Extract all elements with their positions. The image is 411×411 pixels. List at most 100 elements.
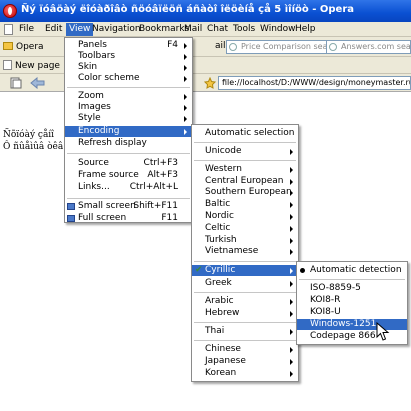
radio-selected-icon [300,268,305,273]
submenu-arrow-icon [290,347,293,353]
cyrillic-codepage-866[interactable]: Codepage 866 [297,331,407,342]
item-label: Codepage 866 [310,331,376,341]
search-icon [229,43,237,51]
menu-file[interactable]: File [16,23,37,36]
view-menu-refresh-display[interactable]: Refresh display [65,138,192,149]
menu-separator [194,142,296,143]
item-label: Links... [78,182,110,192]
item-label: Panels [78,40,107,50]
cyrillic-koi8-r[interactable]: KOI8-R [297,295,407,306]
view-menu-source[interactable]: Source Ctrl+F3 [65,158,192,169]
bookmark-icon[interactable] [204,77,216,89]
opera-logo-icon [3,4,17,18]
encoding-menu: Automatic selection Unicode Western Cent… [191,124,299,382]
encoding-hebrew[interactable]: Hebrew [192,308,298,319]
item-label: Unicode [205,146,242,156]
title-bar[interactable]: Ñý ïóâöàý ëîóàðîâò ñöóâïëöñ áñàòî îëöèíå… [0,0,411,22]
encoding-cyrillic[interactable]: ✔ Cyrillic [192,265,298,276]
mail-button[interactable]: ail [215,41,226,51]
encoding-vietnamese[interactable]: Vietnamese [192,246,298,257]
menu-mail[interactable]: Mail [181,23,205,36]
item-label: Toolbars [78,51,116,61]
menu-separator [67,153,190,154]
item-label: Nordic [205,211,234,221]
encoding-baltic[interactable]: Baltic [192,199,298,210]
answers-search-input[interactable]: Answers.com search [326,40,411,54]
submenu-arrow-icon [290,299,293,305]
item-label: Southern European [205,187,292,197]
item-label: Zoom [78,91,104,101]
encoding-thai[interactable]: Thai [192,326,298,337]
menu-edit[interactable]: Edit [42,23,65,36]
item-label: Arabic [205,296,234,306]
price-search-input[interactable]: Price Comparison search [226,40,328,54]
new-page-tab[interactable]: New page [3,60,60,72]
submenu-arrow-icon [290,329,293,335]
submenu-arrow-icon [290,311,293,317]
encoding-celtic[interactable]: Celtic [192,223,298,234]
page-history-icon[interactable] [10,77,22,89]
submenu-arrow-icon [184,43,187,49]
encoding-japanese[interactable]: Japanese [192,356,298,367]
item-label: Automatic detection [310,265,402,275]
menu-help[interactable]: Help [292,23,319,36]
submenu-arrow-icon [184,116,187,122]
submenu-arrow-icon [184,94,187,100]
item-label: Thai [205,326,225,336]
item-label: Automatic selection [205,128,295,138]
encoding-southern-european[interactable]: Southern European [192,187,298,198]
view-menu-color-scheme[interactable]: Color scheme [65,73,192,84]
cyrillic-automatic-detection[interactable]: Automatic detection [297,265,407,276]
submenu-arrow-icon [290,190,293,196]
encoding-automatic-selection[interactable]: Automatic selection [192,128,298,139]
item-label: Full screen [78,213,127,223]
cyrillic-windows-1251[interactable]: Windows-1251 [297,319,407,330]
view-menu-toolbars[interactable]: Toolbars [65,51,192,62]
submenu-arrow-icon [290,238,293,244]
menu-tools[interactable]: Tools [230,23,258,36]
encoding-arabic[interactable]: Arabic [192,296,298,307]
view-menu-panels[interactable]: Panels F4 [65,40,192,51]
submenu-arrow-icon [290,167,293,173]
cyrillic-iso-8859-5[interactable]: ISO-8859-5 [297,283,407,294]
document-icon[interactable] [4,24,13,35]
content-line-1: Ñõïóàý çåíî [3,130,55,140]
submenu-arrow-icon [184,76,187,82]
view-menu-zoom[interactable]: Zoom [65,91,192,102]
view-menu-style[interactable]: Style [65,113,192,124]
menu-chat[interactable]: Chat [204,23,231,36]
item-label: Windows-1251 [310,319,377,329]
pages-bar: New page [0,57,411,74]
view-menu-links[interactable]: Links... Ctrl+Alt+L [65,182,192,193]
item-label: Central European [205,176,284,186]
submenu-arrow-icon [290,359,293,365]
encoding-greek[interactable]: Greek [192,278,298,289]
cyrillic-menu: Automatic detection ISO-8859-5 KOI8-R KO… [296,261,408,345]
view-menu-full-screen[interactable]: Full screen F11 [65,213,192,224]
encoding-turkish[interactable]: Turkish [192,235,298,246]
view-menu-skin[interactable]: Skin [65,62,192,73]
view-menu-images[interactable]: Images [65,102,192,113]
view-menu-frame-source[interactable]: Frame source Alt+F3 [65,170,192,181]
view-menu-encoding[interactable]: Encoding [65,126,192,137]
address-field[interactable]: file://localhost/D:/WWW/design/moneymast… [218,76,411,90]
encoding-unicode[interactable]: Unicode [192,146,298,157]
view-menu-small-screen[interactable]: Small screen Shift+F11 [65,201,192,212]
encoding-nordic[interactable]: Nordic [192,211,298,222]
item-shortcut: F11 [161,213,178,223]
menu-separator [194,261,296,262]
item-label: Frame source [78,170,139,180]
encoding-korean[interactable]: Korean [192,368,298,379]
back-icon[interactable] [30,77,46,89]
item-label: Chinese [205,344,241,354]
opera-bookmark-button[interactable]: Opera [3,41,44,54]
cyrillic-koi8-u[interactable]: KOI8-U [297,307,407,318]
encoding-western[interactable]: Western [192,164,298,175]
item-label: Vietnamese [205,246,259,256]
submenu-arrow-icon [290,202,293,208]
encoding-central-european[interactable]: Central European [192,176,298,187]
menu-separator [67,87,190,88]
new-page-label: New page [15,61,60,71]
encoding-chinese[interactable]: Chinese [192,344,298,355]
submenu-arrow-icon [184,65,187,71]
